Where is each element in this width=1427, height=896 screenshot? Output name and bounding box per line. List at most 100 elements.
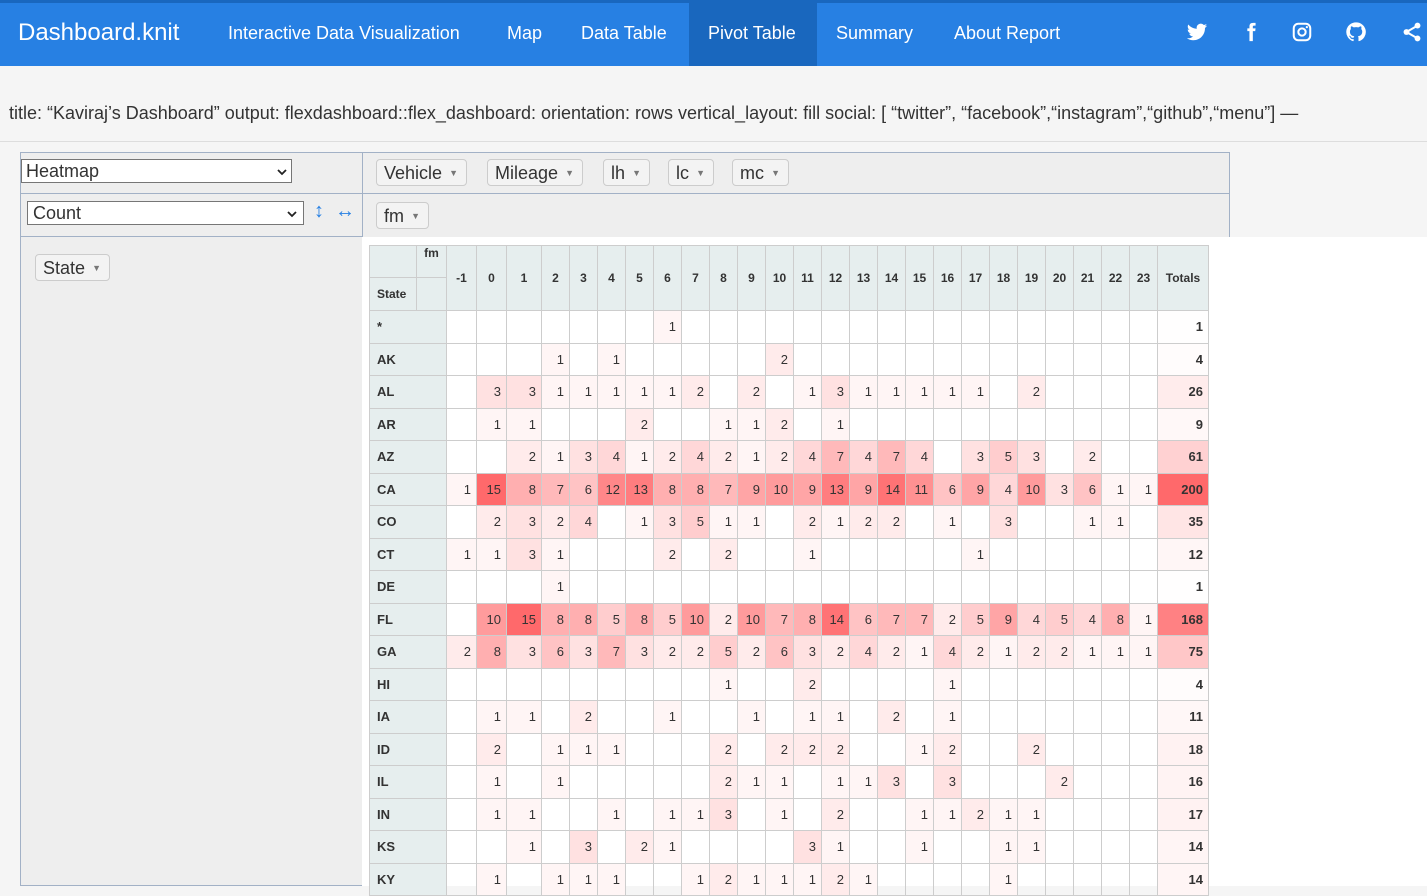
row-total-cell[interactable]: 4 [1157, 342, 1209, 376]
heatmap-cell[interactable]: 2 [933, 602, 962, 636]
heatmap-cell[interactable] [821, 342, 850, 376]
heatmap-cell[interactable]: 6 [569, 472, 598, 506]
heatmap-cell[interactable]: 2 [625, 407, 654, 441]
heatmap-cell[interactable] [1101, 342, 1130, 376]
heatmap-cell[interactable] [653, 732, 682, 766]
heatmap-cell[interactable] [905, 765, 934, 799]
heatmap-cell[interactable] [849, 310, 878, 344]
heatmap-cell[interactable] [1101, 667, 1130, 701]
heatmap-cell[interactable]: 3 [933, 765, 962, 799]
heatmap-cell[interactable]: 1 [849, 862, 878, 896]
heatmap-cell[interactable] [653, 862, 682, 896]
heatmap-cell[interactable] [1101, 375, 1130, 409]
heatmap-cell[interactable]: 1 [446, 537, 477, 571]
heatmap-cell[interactable] [961, 700, 990, 734]
heatmap-cell[interactable]: 2 [821, 635, 850, 669]
heatmap-cell[interactable]: 1 [709, 505, 738, 539]
heatmap-cell[interactable] [681, 830, 710, 864]
heatmap-cell[interactable]: 2 [1073, 440, 1102, 474]
heatmap-cell[interactable]: 2 [877, 700, 906, 734]
heatmap-cell[interactable] [989, 667, 1018, 701]
heatmap-cell[interactable]: 2 [709, 732, 738, 766]
heatmap-cell[interactable] [1045, 700, 1074, 734]
heatmap-cell[interactable]: 2 [476, 732, 507, 766]
heatmap-cell[interactable] [737, 797, 766, 831]
heatmap-cell[interactable] [793, 765, 822, 799]
heatmap-cell[interactable]: 3 [569, 635, 598, 669]
triangle-down-icon[interactable]: ▼ [632, 160, 641, 187]
heatmap-cell[interactable] [597, 505, 626, 539]
heatmap-cell[interactable]: 2 [765, 732, 794, 766]
heatmap-cell[interactable]: 1 [961, 537, 990, 571]
heatmap-cell[interactable] [597, 570, 626, 604]
heatmap-cell[interactable] [989, 700, 1018, 734]
heatmap-cell[interactable]: 3 [877, 765, 906, 799]
heatmap-cell[interactable] [821, 570, 850, 604]
heatmap-cell[interactable] [1101, 440, 1130, 474]
heatmap-cell[interactable]: 2 [821, 797, 850, 831]
heatmap-cell[interactable] [1073, 570, 1102, 604]
heatmap-cell[interactable] [1101, 570, 1130, 604]
heatmap-cell[interactable]: 2 [821, 732, 850, 766]
heatmap-cell[interactable] [1073, 537, 1102, 571]
heatmap-cell[interactable]: 1 [476, 537, 507, 571]
heatmap-cell[interactable] [961, 862, 990, 896]
heatmap-cell[interactable]: 2 [961, 635, 990, 669]
heatmap-cell[interactable]: 1 [446, 472, 477, 506]
heatmap-cell[interactable] [1017, 700, 1046, 734]
row-total-cell[interactable]: 11 [1157, 700, 1209, 734]
heatmap-cell[interactable]: 7 [765, 602, 794, 636]
triangle-down-icon[interactable]: ▼ [411, 203, 420, 230]
heatmap-cell[interactable] [446, 602, 477, 636]
heatmap-cell[interactable]: 13 [625, 472, 654, 506]
heatmap-cell[interactable]: 1 [905, 375, 934, 409]
heatmap-cell[interactable] [569, 765, 598, 799]
heatmap-cell[interactable]: 1 [653, 700, 682, 734]
heatmap-cell[interactable] [569, 310, 598, 344]
heatmap-cell[interactable] [506, 310, 542, 344]
triangle-down-icon[interactable]: ▼ [696, 160, 705, 187]
heatmap-cell[interactable] [737, 310, 766, 344]
heatmap-cell[interactable] [1129, 667, 1158, 701]
heatmap-cell[interactable] [446, 570, 477, 604]
heatmap-cell[interactable]: 2 [1017, 375, 1046, 409]
heatmap-cell[interactable] [1017, 570, 1046, 604]
heatmap-cell[interactable]: 1 [905, 830, 934, 864]
heatmap-cell[interactable]: 8 [569, 602, 598, 636]
heatmap-cell[interactable] [933, 537, 962, 571]
heatmap-cell[interactable] [653, 765, 682, 799]
heatmap-cell[interactable]: 2 [1045, 635, 1074, 669]
heatmap-cell[interactable] [681, 700, 710, 734]
heatmap-cell[interactable] [625, 570, 654, 604]
nav-data-table[interactable]: Data Table [562, 3, 686, 66]
heatmap-cell[interactable]: 9 [989, 602, 1018, 636]
heatmap-cell[interactable] [541, 797, 570, 831]
heatmap-cell[interactable] [849, 407, 878, 441]
heatmap-cell[interactable]: 1 [905, 797, 934, 831]
heatmap-cell[interactable]: 1 [933, 375, 962, 409]
heatmap-cell[interactable]: 3 [653, 505, 682, 539]
share-icon[interactable] [1401, 21, 1427, 47]
heatmap-cell[interactable]: 1 [961, 375, 990, 409]
heatmap-cell[interactable] [1129, 862, 1158, 896]
heatmap-cell[interactable] [625, 667, 654, 701]
heatmap-cell[interactable] [1101, 407, 1130, 441]
heatmap-cell[interactable]: 1 [989, 862, 1018, 896]
heatmap-cell[interactable] [681, 570, 710, 604]
heatmap-cell[interactable]: 5 [709, 635, 738, 669]
heatmap-cell[interactable]: 1 [653, 797, 682, 831]
col-attr-fm[interactable]: fm ▼ [376, 202, 429, 229]
heatmap-cell[interactable] [905, 407, 934, 441]
heatmap-cell[interactable] [569, 342, 598, 376]
heatmap-cell[interactable] [737, 537, 766, 571]
heatmap-cell[interactable] [905, 862, 934, 896]
heatmap-cell[interactable]: 15 [476, 472, 507, 506]
heatmap-cell[interactable]: 1 [737, 407, 766, 441]
heatmap-cell[interactable] [989, 765, 1018, 799]
heatmap-cell[interactable] [989, 407, 1018, 441]
heatmap-cell[interactable]: 2 [653, 440, 682, 474]
triangle-down-icon[interactable]: ▼ [449, 160, 458, 187]
heatmap-cell[interactable] [793, 310, 822, 344]
heatmap-cell[interactable]: 1 [541, 570, 570, 604]
heatmap-cell[interactable]: 6 [1073, 472, 1102, 506]
